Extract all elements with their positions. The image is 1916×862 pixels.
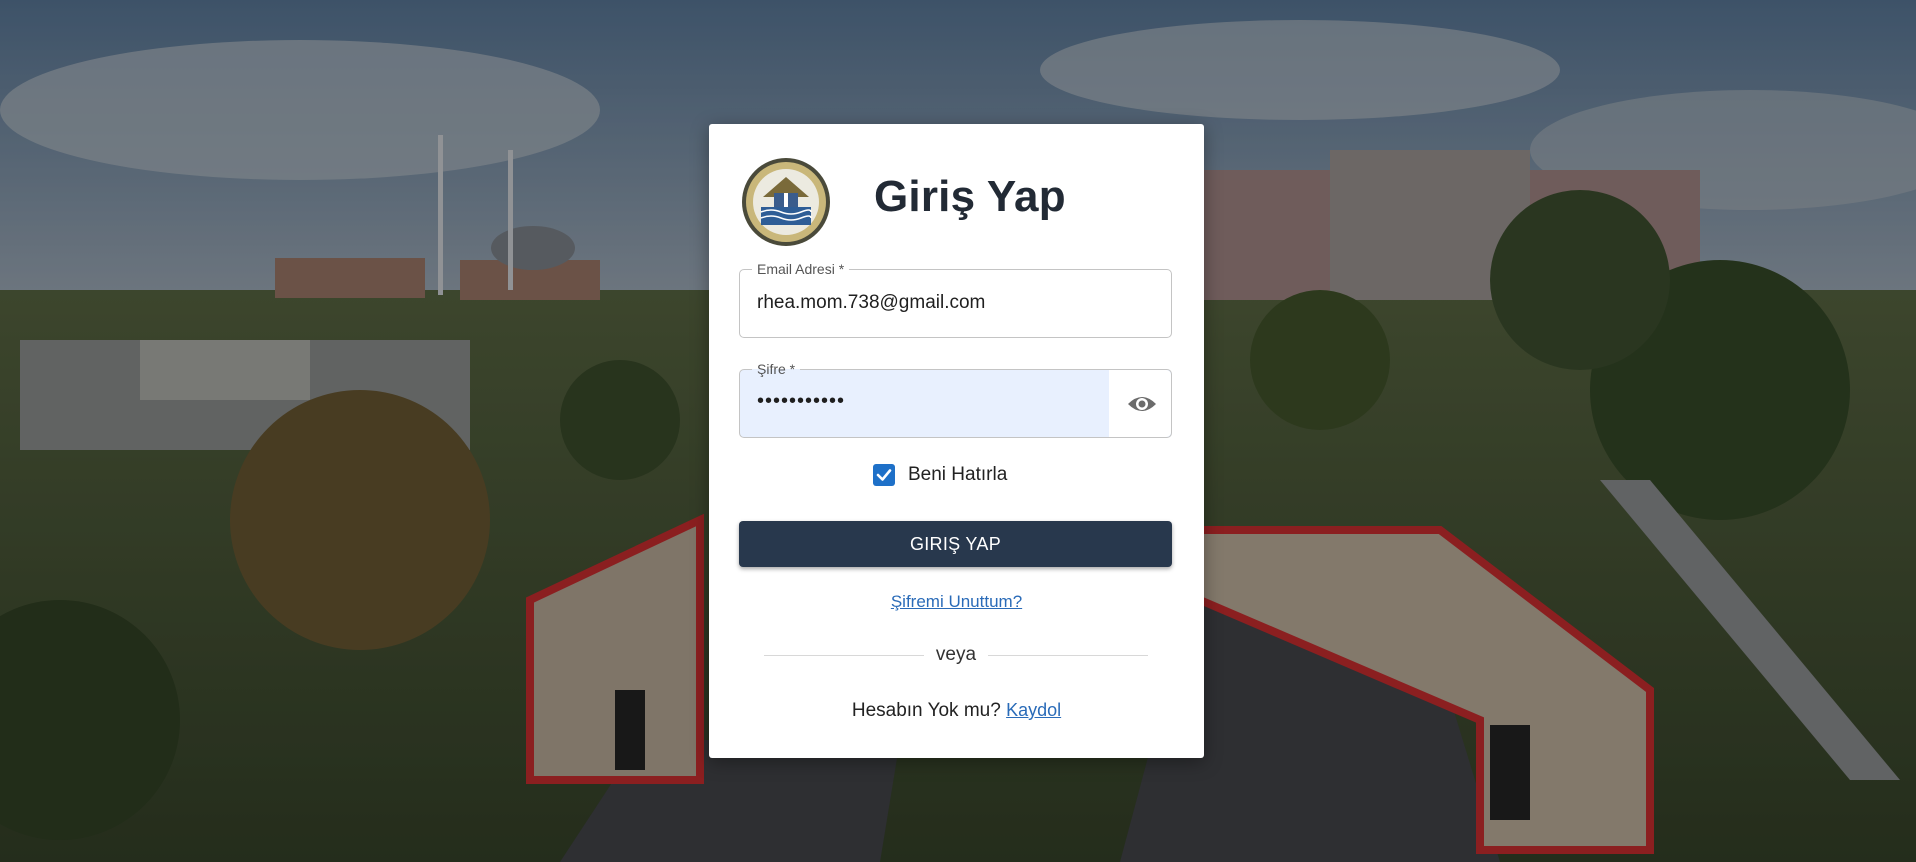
remember-checkbox[interactable] [873, 464, 895, 486]
page-title: Giriş Yap [874, 172, 1066, 221]
email-label: Email Adresi * [752, 261, 850, 277]
checkmark-icon [876, 469, 892, 481]
password-field[interactable]: Şifre * ••••••••••• [739, 361, 1172, 438]
email-input[interactable]: rhea.mom.738@gmail.com [757, 292, 985, 314]
divider-line-right [988, 655, 1148, 656]
password-adornment [1109, 370, 1171, 437]
signup-link[interactable]: Kaydol [1006, 700, 1061, 720]
or-divider: veya [764, 644, 1148, 666]
forgot-password-link[interactable]: Şifremi Unuttum? [709, 592, 1204, 612]
email-field[interactable]: Email Adresi * rhea.mom.738@gmail.com [739, 261, 1172, 338]
signup-row: Hesabın Yok mu? Kaydol [709, 700, 1204, 722]
university-seal-logo [742, 158, 830, 246]
no-account-text: Hesabın Yok mu? [851, 700, 1001, 721]
password-label: Şifre * [752, 361, 801, 377]
password-input[interactable]: ••••••••••• [757, 390, 845, 413]
login-card: Giriş Yap Email Adresi * rhea.mom.738@gm… [709, 124, 1204, 758]
eye-icon[interactable] [1127, 392, 1157, 416]
login-button[interactable]: GIRIŞ YAP [739, 521, 1172, 567]
remember-me[interactable]: Beni Hatırla [873, 462, 1007, 488]
remember-label: Beni Hatırla [908, 464, 1008, 485]
